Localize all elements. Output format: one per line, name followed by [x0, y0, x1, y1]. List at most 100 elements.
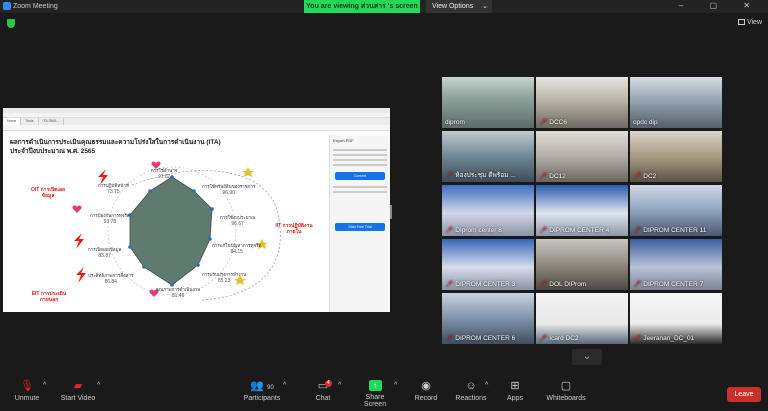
participant-tile[interactable]: 🎤︎ Jeeranan_DC_01: [630, 293, 722, 344]
gallery-next-button[interactable]: ⌄: [572, 349, 602, 365]
reactions-label: Reactions: [455, 395, 487, 402]
microphone-muted-icon: 🎤︎: [539, 119, 548, 126]
apps-button[interactable]: ⊞ Apps: [505, 380, 525, 402]
record-button[interactable]: ◉ Record: [413, 380, 439, 402]
security-shield-icon[interactable]: [7, 19, 15, 28]
doc-title-line1: ผลการดำเนินการประเมินคุณธรรมและความโปร่ง…: [10, 139, 221, 146]
trial-button: Start Free Trial: [335, 223, 385, 231]
participant-name: 🎤︎ DOL DIProm: [539, 280, 586, 288]
microphone-muted-icon: 🎤︎: [445, 227, 454, 234]
audio-options-caret-icon[interactable]: ^: [43, 382, 46, 389]
start-video-button[interactable]: ▰ Start Video: [60, 380, 96, 402]
participant-name-text: DIPROM CENTER 3: [455, 281, 516, 288]
unmute-label: Unmute: [14, 395, 40, 402]
microphone-muted-icon: 🎤︎: [445, 172, 454, 179]
view-button[interactable]: View: [737, 19, 762, 26]
iit-label: IIT การปฏิบัติงานภายใน: [275, 223, 313, 235]
whiteboards-button[interactable]: ▢ Whiteboards: [544, 380, 588, 402]
participant-name: 🎤︎ Jeeranan_DC_01: [633, 334, 694, 342]
chat-label: Chat: [315, 395, 331, 402]
meeting-toolbar: 🎙 Unmute ^ ▰ Start Video ^ 👥 90 Particip…: [0, 374, 768, 411]
participant-name: 🎤︎ DIPROM CENTER 7: [633, 280, 703, 288]
video-options-caret-icon[interactable]: ^: [97, 382, 100, 389]
microphone-muted-icon: 🎙: [20, 380, 34, 392]
participant-name: 🎤︎ DCC6: [539, 118, 567, 126]
reactions-button[interactable]: ☺ Reactions: [455, 380, 487, 402]
record-label: Record: [414, 395, 438, 402]
participant-name-text: ห้องประชุม ดีพร้อม ...: [455, 172, 516, 179]
participants-button[interactable]: 👥 90 Participants: [242, 380, 282, 402]
whiteboards-label: Whiteboards: [546, 395, 586, 402]
microphone-muted-icon: 🎤︎: [539, 335, 548, 342]
zoom-logo-icon: [3, 2, 11, 10]
view-options-label: View Options: [432, 3, 474, 10]
participants-label: Participants: [243, 395, 281, 402]
share-caret-icon[interactable]: ^: [394, 382, 397, 389]
microphone-muted-icon: 🎤︎: [539, 227, 548, 234]
participant-tile[interactable]: 🎤︎ DIPROM CENTER 6: [442, 293, 534, 344]
share-screen-button[interactable]: ↑ Share Screen: [355, 380, 395, 408]
participant-tile[interactable]: 🎤︎ DIPROM CENTER 3: [442, 239, 534, 290]
radar-label: การเปิดเผยข้อมูล 83.87: [88, 247, 122, 259]
start-video-label: Start Video: [60, 395, 96, 402]
participant-tile[interactable]: 🎤︎ DCC6: [536, 77, 628, 128]
shared-tab: ITA 2565...: [39, 118, 65, 125]
participant-name-text: DC2: [643, 173, 657, 180]
participant-name: 🎤︎ DIprom center 8: [445, 226, 502, 234]
participants-icon: 👥 90: [250, 380, 274, 392]
shared-tabs: Home Tools ITA 2565...: [3, 118, 390, 125]
participant-name-text: DIPROM CENTER 7: [643, 281, 704, 288]
participant-name: 🎤︎ DC2: [633, 172, 656, 180]
participant-tile[interactable]: 🎤︎ DC2: [630, 131, 722, 182]
participant-tile[interactable]: 🎤︎ DOL DIProm: [536, 239, 628, 290]
pdf-side-panel: Export PDF Convert Start Free Trial: [329, 135, 390, 312]
radar-label: ประสิทธิภาพการสื่อสาร 86.84: [88, 273, 134, 285]
participant-name-text: diprom: [445, 119, 465, 126]
share-screen-icon: ↑: [368, 380, 382, 391]
participant-name-text: DOL DIProm: [549, 281, 587, 288]
microphone-muted-icon: 🎤︎: [445, 281, 454, 288]
participant-name-text: DIprom center 8: [455, 227, 502, 234]
participant-tile[interactable]: 🎤︎ DIprom center 8: [442, 185, 534, 236]
microphone-muted-icon: 🎤︎: [445, 335, 454, 342]
side-panel-head: Export PDF: [333, 138, 354, 143]
participant-name-text: DCC6: [549, 119, 567, 126]
microphone-muted-icon: 🎤︎: [539, 281, 548, 288]
window-title: Zoom Meeting: [13, 3, 58, 10]
record-icon: ◉: [421, 380, 431, 392]
participant-tile[interactable]: 🎤︎ DC12: [536, 131, 628, 182]
participant-name: diprom: [445, 119, 465, 126]
participant-name: 🎤︎ DC12: [539, 172, 566, 180]
window-controls[interactable]: – ▢ ✕: [679, 1, 762, 10]
doc-title: ผลการดำเนินการประเมินคุณธรรมและความโปร่ง…: [6, 135, 322, 156]
leave-button[interactable]: Leave: [727, 387, 761, 402]
chevron-down-icon: ⌄: [582, 351, 592, 362]
radar-label: การปรับปรุงการทำงาน 85.23: [202, 272, 247, 284]
view-options-button[interactable]: View Options ⌄: [426, 0, 492, 13]
radar-label: คุณภาพการดำเนินงาน 81.46: [156, 287, 201, 299]
participant-tile[interactable]: diprom: [442, 77, 534, 128]
participant-tile[interactable]: 🎤︎ ห้องประชุม ดีพร้อม ...: [442, 131, 534, 182]
doc-title-line2: ประจำปีงบประมาณ พ.ศ. 2565: [10, 148, 96, 155]
view-label: View: [746, 19, 762, 26]
eit-label: EIT การประเมินภายนอก: [31, 291, 67, 303]
participant-name: 🎤︎ DIPROM CENTER 6: [445, 334, 515, 342]
participant-tile[interactable]: opdc dip: [630, 77, 722, 128]
microphone-muted-icon: 🎤︎: [633, 173, 642, 180]
participant-tile[interactable]: 🎤︎ DIPROM CENTER 7: [630, 239, 722, 290]
whiteboard-icon: ▢: [560, 380, 572, 392]
participant-name: 🎤︎ DIPROM CENTER 11: [633, 226, 706, 234]
participant-name: 🎤︎ DIPROM CENTER 3: [445, 280, 515, 288]
participant-tile[interactable]: 🎤︎ DIPROM CENTER 4: [536, 185, 628, 236]
chat-caret-icon[interactable]: ^: [338, 382, 341, 389]
reactions-caret-icon[interactable]: ^: [485, 382, 488, 389]
participant-tile[interactable]: 🎤︎ Icard DC2: [536, 293, 628, 344]
resize-handle[interactable]: [390, 205, 392, 219]
radar-label: การใช้งบประมาณ 96.67: [220, 215, 256, 227]
radar-label: การใช้ทรัพย์สินของราชการ 96.90: [202, 184, 256, 196]
chat-button[interactable]: ▭ 4 Chat: [312, 380, 334, 402]
participant-tile[interactable]: 🎤︎ DIPROM CENTER 11: [630, 185, 722, 236]
radar-label: การใช้อำนาจ 91.82: [151, 168, 178, 180]
participants-caret-icon[interactable]: ^: [283, 382, 286, 389]
unmute-button[interactable]: 🎙 Unmute: [12, 380, 42, 402]
